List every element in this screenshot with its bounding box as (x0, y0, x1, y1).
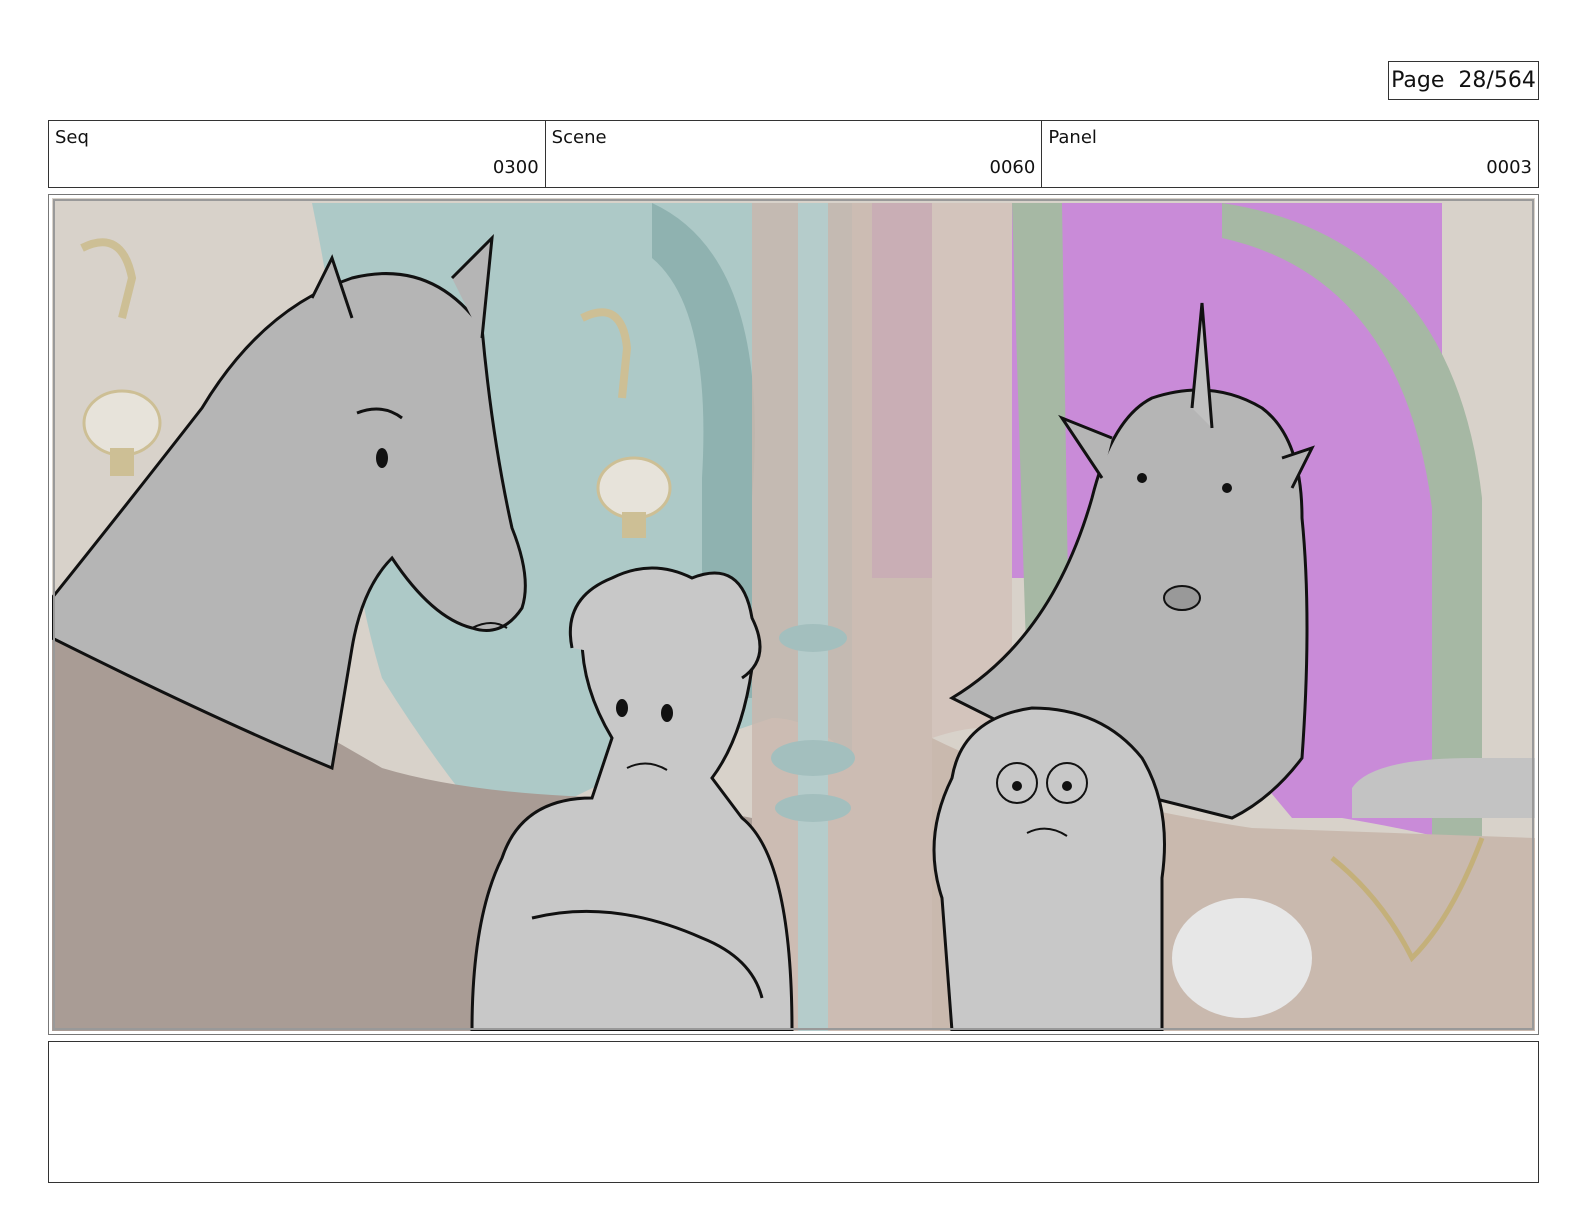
seq-cell: Seq 0300 (49, 121, 546, 187)
seq-label: Seq (55, 127, 89, 148)
scene-label: Scene (551, 127, 607, 148)
storyboard-sketch (52, 198, 1535, 1031)
page-number: Page 28/564 (1388, 61, 1539, 100)
panel-cell: Panel 0003 (1042, 121, 1538, 187)
scene-cell: Scene 0060 (546, 121, 1043, 187)
center-pole (798, 203, 828, 1031)
scene-value: 0060 (989, 157, 1036, 178)
panel-value: 0003 (1486, 157, 1533, 178)
panel-label: Panel (1048, 127, 1097, 148)
page-total: 564 (1493, 68, 1536, 93)
storyboard-frame (48, 194, 1539, 1035)
page-current: 28 (1458, 68, 1487, 93)
curtain-right (932, 203, 1012, 738)
girl-sketch (932, 706, 1166, 1031)
vase (1172, 898, 1312, 1018)
seq-value: 0300 (492, 157, 539, 178)
panel-info-header: Seq 0300 Scene 0060 Panel 0003 (48, 120, 1539, 188)
page-label: Page (1391, 68, 1445, 93)
notes-box (48, 1041, 1539, 1183)
